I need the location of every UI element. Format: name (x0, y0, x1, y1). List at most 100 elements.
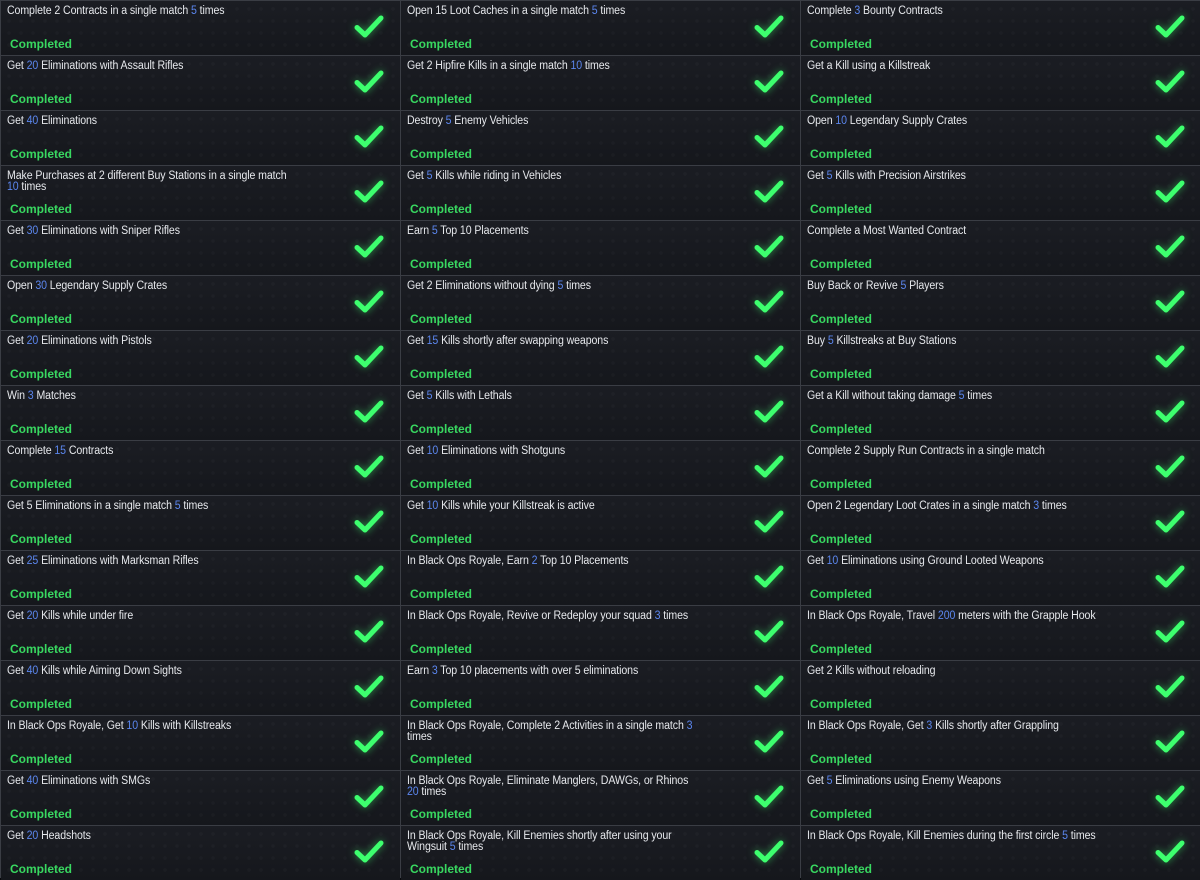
challenge-card[interactable]: Get 40 Kills while Aiming Down Sights Com… (1, 661, 400, 715)
status-label: Completed (810, 147, 873, 161)
status-label: Completed (410, 312, 473, 326)
challenge-card[interactable]: Buy 5 Killstreaks at Buy Stations Complet… (801, 331, 1200, 385)
status-label: Completed (810, 92, 873, 106)
challenge-card[interactable]: In Black Ops Royale, Eliminate Manglers,… (401, 771, 800, 825)
challenge-card[interactable]: In Black Ops Royale, Get 3 Kills shortly… (801, 716, 1200, 770)
challenge-card[interactable]: Get a Kill without taking damage 5 times… (801, 386, 1200, 440)
challenge-card[interactable]: Get 5 Kills with Precision Airstrikes Com… (801, 166, 1200, 220)
challenge-card[interactable]: Get 5 Kills while riding in Vehicles Comp… (401, 166, 800, 220)
challenge-text: Legendary Supply Crates (846, 115, 968, 127)
challenge-text: times (597, 5, 626, 17)
challenge-card[interactable]: Make Purchases at 2 different Buy Statio… (1, 166, 400, 220)
challenge-card[interactable]: In Black Ops Royale, Get 10 Kills with K… (1, 716, 400, 770)
challenge-text: In Black Ops Royale, Kill Enemies during… (807, 830, 1063, 842)
challenge-card[interactable]: Earn 3 Top 10 placements with over 5 eli… (401, 661, 800, 715)
challenge-card[interactable]: Get 20 Eliminations with Assault Rifles C… (1, 56, 400, 110)
challenge-text: Top 10 Placements (537, 555, 629, 567)
challenge-description: Complete 15 Contracts (7, 445, 297, 457)
challenge-text: Kills while riding in Vehicles (432, 170, 562, 182)
challenge-card[interactable]: Get 5 Kills with Lethals Completed (401, 386, 800, 440)
challenge-card[interactable]: Buy Back or Revive 5 Players Completed (801, 276, 1200, 330)
checkmark-icon (1155, 840, 1185, 863)
challenge-card[interactable]: Get 2 Hipfire Kills in a single match 10… (401, 56, 800, 110)
challenge-card[interactable]: Get 20 Kills while under fire Completed (1, 606, 400, 660)
challenge-card[interactable]: Open 2 Legendary Loot Crates in a single… (801, 496, 1200, 550)
challenge-text: times (418, 786, 447, 798)
checkmark-icon (1155, 510, 1185, 533)
challenge-card[interactable]: Get 20 Eliminations with Pistols Complete… (1, 331, 400, 385)
challenge-text: Eliminations with Shotguns (438, 445, 566, 457)
challenge-card[interactable]: Get 40 Eliminations Completed (1, 111, 400, 165)
challenge-card[interactable]: Open 10 Legendary Supply Crates Completed (801, 111, 1200, 165)
challenge-text: Complete 2 Contracts in a single match (7, 5, 192, 17)
checkmark-icon (354, 620, 384, 643)
challenge-text: Get 2 Hipfire Kills in a single match (407, 60, 571, 72)
challenge-text: Get (7, 225, 27, 237)
status-label: Completed (810, 697, 873, 711)
challenge-text: Eliminations with Marksman Rifles (38, 555, 199, 567)
challenge-card[interactable]: Open 30 Legendary Supply Crates Completed (1, 276, 400, 330)
challenge-card[interactable]: In Black Ops Royale, Earn 2 Top 10 Place… (401, 551, 800, 605)
challenge-target-count: 20 (26, 830, 39, 842)
challenge-card[interactable]: Get a Kill using a Killstreak Completed (801, 56, 1200, 110)
challenge-card[interactable]: Get 40 Eliminations with SMGs Completed (1, 771, 400, 825)
challenge-description: Get a Kill using a Killstreak (807, 60, 1097, 72)
challenge-text: Get (7, 115, 27, 127)
challenge-card[interactable]: In Black Ops Royale, Travel 200 meters w… (801, 606, 1200, 660)
checkmark-icon (354, 565, 384, 588)
status-label: Completed (410, 532, 473, 546)
challenge-target-count: 20 (26, 610, 39, 622)
challenge-card[interactable]: Get 2 Kills without reloading Completed (801, 661, 1200, 715)
challenge-card[interactable]: Destroy 5 Enemy Vehicles Completed (401, 111, 800, 165)
challenge-text: Killstreaks at Buy Stations (833, 335, 957, 347)
challenge-card[interactable]: Get 30 Eliminations with Sniper Rifles Co… (1, 221, 400, 275)
challenge-card[interactable]: In Black Ops Royale, Revive or Redeploy … (401, 606, 800, 660)
challenge-description: In Black Ops Royale, Get 3 Kills shortly… (807, 720, 1097, 732)
challenge-card[interactable]: Complete 3 Bounty Contracts Completed (801, 1, 1200, 55)
challenge-card[interactable]: In Black Ops Royale, Complete 2 Activiti… (401, 716, 800, 770)
challenge-text: Kills while your Killstreak is active (438, 500, 595, 512)
challenge-card[interactable]: Complete 2 Contracts in a single match 5… (1, 1, 400, 55)
checkmark-icon (1155, 235, 1185, 258)
challenge-target-count: 10 (426, 500, 439, 512)
challenge-description: Get 20 Eliminations with Pistols (7, 335, 297, 347)
challenge-card[interactable]: Get 25 Eliminations with Marksman Rifles… (1, 551, 400, 605)
challenge-text: Kills shortly after Grappling (932, 720, 1059, 732)
challenge-text: Get 2 Eliminations without dying (407, 280, 558, 292)
challenge-card[interactable]: Get 10 Eliminations with Shotguns Complet… (401, 441, 800, 495)
challenge-text: In Black Ops Royale, Revive or Redeploy … (407, 610, 655, 622)
challenge-card[interactable]: Get 5 Eliminations in a single match 5 t… (1, 496, 400, 550)
checkmark-icon (354, 290, 384, 313)
challenge-card[interactable]: Open 15 Loot Caches in a single match 5 … (401, 1, 800, 55)
challenge-text: Get (407, 445, 427, 457)
challenge-card[interactable]: In Black Ops Royale, Kill Enemies during… (801, 826, 1200, 880)
challenge-text: Complete (7, 445, 55, 457)
challenge-card[interactable]: Complete 2 Supply Run Contracts in a sin… (801, 441, 1200, 495)
challenge-card[interactable]: Win 3 Matches Completed (1, 386, 400, 440)
challenge-text: Get 2 Kills without reloading (807, 665, 936, 677)
checkmark-icon (354, 785, 384, 808)
challenge-card[interactable]: Get 2 Eliminations without dying 5 times… (401, 276, 800, 330)
challenge-description: Get 30 Eliminations with Sniper Rifles (7, 225, 297, 237)
challenge-card[interactable]: Earn 5 Top 10 Placements Completed (401, 221, 800, 275)
challenge-card[interactable]: Complete a Most Wanted Contract Completed (801, 221, 1200, 275)
challenge-card[interactable]: In Black Ops Royale, Kill Enemies shortl… (401, 826, 800, 880)
challenge-text: Get (7, 775, 27, 787)
challenge-card[interactable]: Get 10 Kills while your Killstreak is ac… (401, 496, 800, 550)
challenge-text: Earn (407, 665, 432, 677)
checkmark-icon (1155, 125, 1185, 148)
challenge-card[interactable]: Get 5 Eliminations using Enemy Weapons Co… (801, 771, 1200, 825)
challenge-text: In Black Ops Royale, Get (7, 720, 127, 732)
checkmark-icon (1155, 345, 1185, 368)
challenge-card[interactable]: Get 10 Eliminations using Ground Looted … (801, 551, 1200, 605)
challenge-description: In Black Ops Royale, Revive or Redeploy … (407, 610, 697, 622)
status-label: Completed (810, 807, 873, 821)
status-label: Completed (410, 807, 473, 821)
challenge-card[interactable]: Complete 15 Contracts Completed (1, 441, 400, 495)
challenge-description: In Black Ops Royale, Kill Enemies during… (807, 830, 1097, 842)
checkmark-icon (1155, 290, 1185, 313)
challenge-text: Contracts (65, 445, 114, 457)
challenge-card[interactable]: Get 20 Headshots Completed (1, 826, 400, 880)
challenge-card[interactable]: Get 15 Kills shortly after swapping weap… (401, 331, 800, 385)
checkmark-icon (1155, 180, 1185, 203)
